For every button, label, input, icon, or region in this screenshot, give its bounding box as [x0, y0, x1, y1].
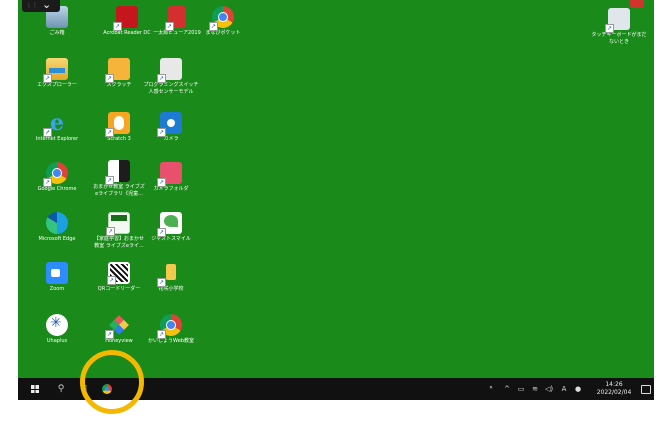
desktop-icon-camera[interactable]: カメラ	[134, 112, 208, 143]
desktop-icon-manabi-pocket[interactable]: まなびポケット	[186, 6, 260, 37]
chrome-icon	[157, 314, 182, 339]
omakase-icon	[105, 160, 130, 185]
internet-explorer-icon: e	[43, 112, 68, 137]
action-center-button[interactable]	[640, 378, 652, 400]
chrome-icon	[43, 162, 68, 187]
search-icon: ⚲	[57, 384, 65, 394]
ichitaro-icon	[165, 6, 186, 31]
home-study-icon	[106, 212, 130, 236]
desktop-icon-camera-folder[interactable]: カメラフォルダ	[134, 162, 208, 193]
windows-start-icon	[31, 385, 39, 393]
desktop-icon-label: ジャストスマイル	[151, 236, 191, 242]
scratch-cat-icon	[105, 58, 130, 83]
scratch3-icon	[105, 112, 130, 137]
zoom-icon	[46, 262, 68, 284]
file-explorer-icon	[43, 58, 68, 83]
desktop-icon-label: まなびポケット	[205, 30, 241, 36]
taskbar-clock[interactable]: 14:26 2022/02/04	[592, 381, 636, 397]
desktop-icon-label: プログラミングスイッチ 人感センサーモデル	[143, 82, 199, 95]
search-button[interactable]: ⚲	[52, 378, 70, 400]
uhaplus-icon	[46, 314, 68, 336]
honeyview-icon	[105, 314, 130, 339]
desktop-icon-kaisho-web[interactable]: かいしょうWeb教室	[134, 314, 208, 345]
chrome-icon	[209, 6, 234, 31]
school-folder-icon	[157, 262, 182, 287]
desktop-icon-touch-keyboard[interactable]: タッチキーボードがまだ ないとき	[584, 8, 654, 46]
camera-icon	[157, 112, 182, 137]
volume-icon[interactable]: ◁)	[543, 378, 555, 400]
wifi-icon[interactable]: ≋	[530, 378, 540, 400]
qr-code-icon	[107, 262, 130, 285]
camera-folder-icon	[157, 162, 182, 187]
corner-marker	[630, 0, 644, 8]
desktop-icon-label: ごみ箱	[49, 30, 65, 36]
acrobat-icon	[113, 6, 138, 31]
desktop-icon-programming-switch[interactable]: プログラミングスイッチ 人感センサーモデル	[134, 58, 208, 96]
battery-icon[interactable]: ▭	[516, 378, 526, 400]
status-icon[interactable]: ●	[573, 378, 583, 400]
desktop-icon-label: タッチキーボードがまだ ないとき	[591, 32, 647, 45]
highlight-circle	[80, 350, 144, 414]
clock-date: 2022/02/04	[596, 389, 632, 396]
ime-icon[interactable]: A	[559, 378, 569, 400]
desktop-icon-school-folder[interactable]: 花咲小学校	[134, 262, 208, 293]
just-smile-icon	[157, 212, 182, 237]
chevron-down-icon[interactable]: ⌄	[42, 0, 51, 11]
keyboard-icon	[605, 8, 630, 33]
tablet-screen: ⋮⋮ ⌄ ごみ箱 Acrobat Reader DC 一太郎ビューア2019 ま…	[18, 0, 654, 400]
document-icon	[157, 58, 182, 83]
desktop-icon-label: かいしょうWeb教室	[148, 338, 194, 344]
people-icon[interactable]: ᴿ	[486, 378, 496, 400]
chevron-up-icon[interactable]: ^	[502, 378, 512, 400]
notification-icon	[641, 384, 651, 394]
desktop-icon-label: カメラフォルダ	[153, 186, 189, 192]
desktop-icon-just-smile[interactable]: ジャストスマイル	[134, 212, 208, 243]
desktop-icon-label: カメラ	[163, 136, 179, 142]
start-button[interactable]	[26, 378, 44, 400]
desktop[interactable]: ⋮⋮ ⌄ ごみ箱 Acrobat Reader DC 一太郎ビューア2019 ま…	[18, 0, 654, 378]
edge-icon	[46, 212, 68, 234]
desktop-icon-label: 花咲小学校	[158, 286, 184, 292]
clock-time: 14:26	[605, 381, 623, 388]
tablet-mode-handle[interactable]: ⋮⋮ ⌄	[22, 0, 60, 12]
drag-dots-icon: ⋮⋮	[26, 2, 38, 9]
